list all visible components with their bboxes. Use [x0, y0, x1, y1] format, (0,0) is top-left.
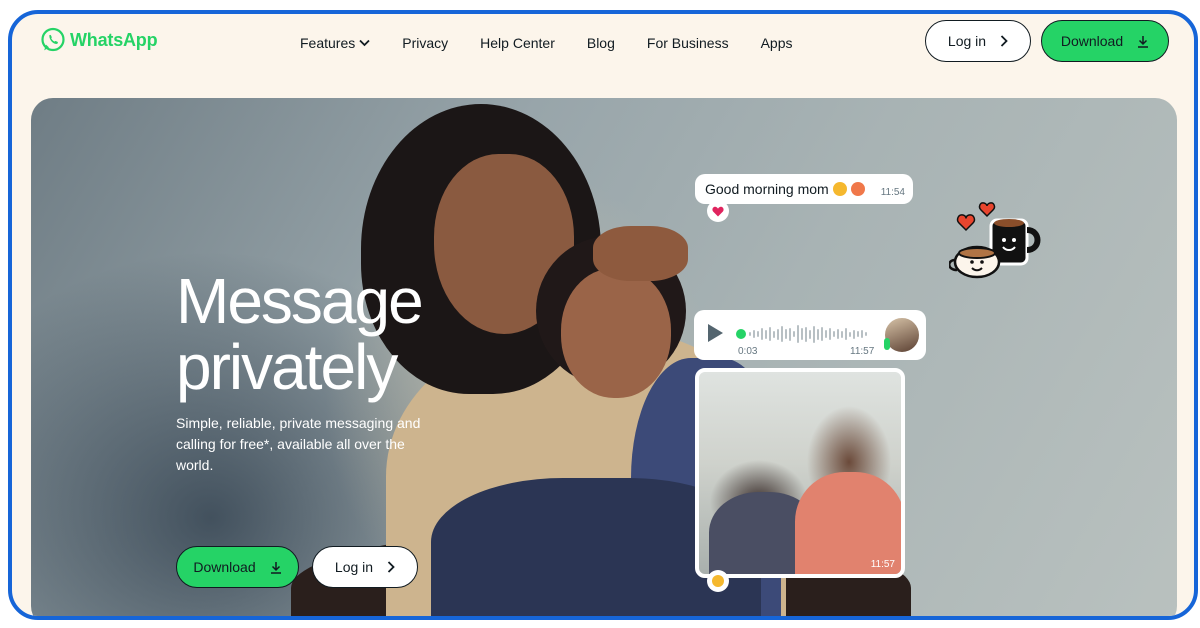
hearts-emoji-icon — [850, 182, 865, 196]
hero-subtitle: Simple, reliable, private messaging and … — [176, 415, 421, 473]
whatsapp-logo[interactable]: WhatsApp — [40, 27, 158, 53]
nav-blog[interactable]: Blog — [587, 35, 615, 51]
download-icon — [1138, 35, 1149, 48]
smile-emoji-icon — [832, 182, 847, 196]
nav-privacy[interactable]: Privacy — [402, 35, 448, 51]
hero-section: Message privately Simple, reliable, priv… — [31, 98, 1177, 616]
coffee-sticker-icon — [949, 202, 1041, 279]
message-bubble: Good morning mom 11:54 — [695, 174, 913, 204]
tearful-emoji-icon — [712, 575, 724, 587]
download-icon — [270, 561, 281, 574]
logo-text: WhatsApp — [70, 29, 158, 50]
headline-line-2: privately — [176, 331, 398, 403]
chevron-right-icon — [387, 561, 395, 573]
nav-for-business[interactable]: For Business — [647, 35, 729, 51]
nav-features-label: Features — [300, 35, 356, 51]
page-frame: WhatsApp Features Privacy Help Center Bl… — [8, 10, 1198, 620]
headline-line-1: Message — [176, 265, 424, 337]
play-icon[interactable] — [708, 324, 723, 342]
mic-icon — [884, 338, 890, 350]
header-download-button[interactable]: Download — [1041, 20, 1169, 62]
nav-apps[interactable]: Apps — [761, 35, 793, 51]
voice-time: 11:57 — [850, 346, 875, 357]
main-nav: Features Privacy Help Center Blog For Bu… — [300, 35, 793, 51]
whatsapp-logo-icon — [41, 27, 65, 52]
hero-headline: Message privately — [176, 268, 536, 400]
message-text: Good morning mom — [705, 181, 829, 197]
photo-reaction — [707, 570, 729, 592]
photo-shape — [561, 268, 671, 398]
voice-message: 0:03 11:57 — [694, 310, 926, 360]
photo-time: 11:57 — [870, 559, 895, 570]
hero-download-button[interactable]: Download — [176, 546, 299, 588]
header-download-label: Download — [1060, 33, 1124, 49]
voice-waveform — [749, 323, 867, 345]
heart-icon — [712, 206, 724, 216]
message-time: 11:54 — [880, 187, 905, 198]
hero-login-button[interactable]: Log in — [312, 546, 418, 588]
voice-elapsed-time: 0:03 — [738, 346, 758, 357]
hero-download-label: Download — [193, 559, 256, 575]
photo-message[interactable]: 11:57 — [695, 368, 905, 578]
header-login-label: Log in — [947, 33, 987, 49]
nav-help-center[interactable]: Help Center — [480, 35, 555, 51]
photo-shape — [593, 226, 688, 281]
playback-position-dot[interactable] — [736, 329, 746, 339]
chevron-down-icon — [359, 39, 370, 47]
nav-features[interactable]: Features — [300, 35, 370, 51]
hero-login-label: Log in — [334, 559, 374, 575]
chevron-right-icon — [1000, 35, 1008, 47]
heart-reaction — [707, 200, 729, 222]
header-login-button[interactable]: Log in — [925, 20, 1031, 62]
